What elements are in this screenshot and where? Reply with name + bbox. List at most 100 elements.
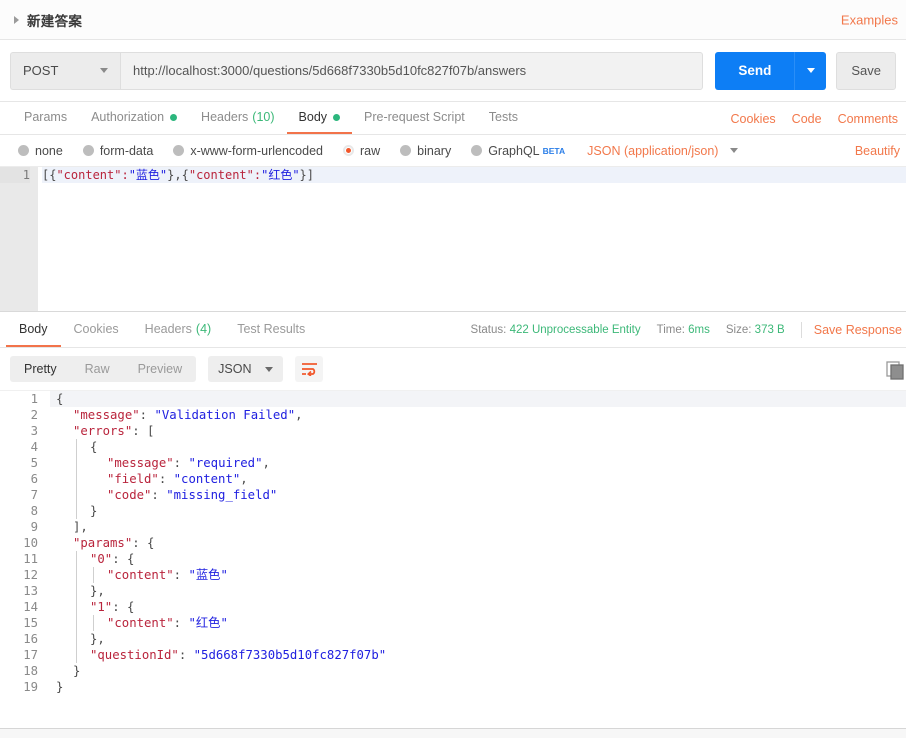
tab-params[interactable]: Params bbox=[12, 102, 79, 134]
body-type-x-www-form-urlencoded[interactable]: x-www-form-urlencoded bbox=[173, 144, 323, 158]
save-response-link[interactable]: Save Response bbox=[814, 323, 906, 337]
tab-label: Headers bbox=[201, 110, 249, 124]
view-mode-preview[interactable]: Preview bbox=[124, 356, 196, 382]
http-method-select[interactable]: POST bbox=[10, 51, 120, 90]
indent-guide bbox=[76, 583, 77, 599]
json-punct: , bbox=[295, 408, 303, 422]
view-mode-pretty[interactable]: Pretty bbox=[10, 356, 71, 382]
word-wrap-button[interactable] bbox=[295, 356, 324, 382]
tab-body[interactable]: Body bbox=[286, 102, 353, 134]
save-button[interactable]: Save bbox=[836, 51, 896, 90]
response-toolbar: Pretty Raw Preview JSON bbox=[0, 348, 906, 390]
code-line[interactable]: } bbox=[50, 663, 906, 679]
json-key: "code" bbox=[107, 488, 152, 502]
code-line[interactable]: }, bbox=[50, 583, 906, 599]
line-number: 2 bbox=[30, 408, 38, 422]
view-mode-raw[interactable]: Raw bbox=[71, 356, 124, 382]
response-editor-code[interactable]: {"message": "Validation Failed", "errors"… bbox=[46, 391, 906, 728]
tab-label: Body bbox=[298, 110, 328, 124]
collapse-triangle-icon[interactable] bbox=[14, 15, 19, 24]
code-link[interactable]: Code bbox=[784, 112, 830, 126]
send-button[interactable]: Send bbox=[715, 51, 795, 90]
send-options-button[interactable] bbox=[794, 51, 827, 90]
response-format-value: JSON bbox=[218, 362, 252, 376]
code-line[interactable]: } bbox=[50, 679, 906, 695]
code-line[interactable]: "content": "蓝色" bbox=[50, 567, 906, 583]
json-string: "required" bbox=[188, 456, 263, 470]
code-line[interactable]: }, bbox=[50, 631, 906, 647]
body-type-label: binary bbox=[417, 143, 452, 158]
line-number: 19 bbox=[23, 680, 38, 694]
json-key: "0" bbox=[90, 552, 113, 566]
url-input[interactable]: http://localhost:3000/questions/5d668f73… bbox=[120, 51, 704, 90]
json-key: "field" bbox=[107, 472, 159, 486]
tab-pre-request-script[interactable]: Pre-request Script bbox=[352, 102, 477, 134]
indent-guide bbox=[76, 487, 77, 503]
tab-tests[interactable]: Tests bbox=[477, 102, 530, 134]
status-dot-icon bbox=[333, 113, 341, 121]
body-type-graphql[interactable]: GraphQL BETA bbox=[471, 144, 565, 158]
code-line[interactable]: "1": { bbox=[50, 599, 906, 615]
json-key: "message" bbox=[73, 408, 140, 422]
code-line[interactable]: } bbox=[50, 503, 906, 519]
json-key: "content" bbox=[107, 568, 174, 582]
beautify-link[interactable]: Beautify bbox=[855, 144, 900, 158]
line-number: 6 bbox=[30, 472, 38, 486]
json-key: "content" bbox=[107, 616, 174, 630]
request-editor-code[interactable]: [{"content":"蓝色"},{"content":"红色"}] bbox=[38, 167, 906, 311]
json-punct: : bbox=[151, 488, 167, 502]
tab-headers[interactable]: Headers (10) bbox=[189, 102, 286, 134]
copy-icon bbox=[886, 361, 904, 380]
code-line[interactable]: "0": { bbox=[50, 551, 906, 567]
code-line[interactable]: ], bbox=[50, 519, 906, 535]
response-tab-body[interactable]: Body bbox=[6, 312, 61, 347]
tab-label: Cookies bbox=[73, 321, 119, 336]
body-type-binary[interactable]: binary bbox=[400, 144, 451, 158]
chevron-down-icon bbox=[730, 148, 739, 153]
code-line[interactable]: "content": "红色" bbox=[50, 615, 906, 631]
line-number: 8 bbox=[30, 504, 38, 518]
code-line[interactable]: "errors": [ bbox=[50, 423, 906, 439]
body-type-raw[interactable]: raw bbox=[343, 144, 380, 158]
tab-count: (4) bbox=[195, 321, 212, 336]
response-format-select[interactable]: JSON bbox=[208, 356, 284, 382]
cookies-link[interactable]: Cookies bbox=[723, 112, 784, 126]
code-line[interactable]: "questionId": "5d668f7330b5d10fc827f07b" bbox=[50, 647, 906, 663]
body-type-row: none form-data x-www-form-urlencoded raw… bbox=[0, 135, 906, 167]
json-string: "蓝色" bbox=[128, 168, 168, 182]
code-line[interactable]: "message": "required", bbox=[50, 455, 906, 471]
code-line[interactable]: "message": "Validation Failed", bbox=[50, 407, 906, 423]
json-punct: } bbox=[90, 504, 98, 518]
content-type-select[interactable]: JSON (application/json) bbox=[587, 144, 739, 158]
code-line[interactable]: { bbox=[50, 439, 906, 455]
json-key: "content": bbox=[188, 168, 262, 182]
code-line[interactable]: "params": { bbox=[50, 535, 906, 551]
response-tab-headers[interactable]: Headers (4) bbox=[132, 312, 225, 347]
examples-link[interactable]: Examples bbox=[841, 12, 898, 27]
indent-guide bbox=[76, 471, 77, 487]
radio-icon bbox=[18, 145, 29, 156]
request-body-editor[interactable]: 1 [{"content":"蓝色"},{"content":"红色"}] bbox=[0, 167, 906, 312]
line-number: 7 bbox=[30, 488, 38, 502]
radio-icon bbox=[82, 145, 94, 156]
response-tab-test-results[interactable]: Test Results bbox=[224, 312, 318, 347]
json-key: "message" bbox=[107, 456, 174, 470]
line-number: 16 bbox=[23, 632, 38, 646]
indent-guide bbox=[76, 455, 77, 471]
body-type-form-data[interactable]: form-data bbox=[82, 144, 153, 158]
code-line[interactable]: [{"content":"蓝色"},{"content":"红色"}] bbox=[42, 167, 906, 183]
line-number: 14 bbox=[23, 600, 38, 614]
code-line[interactable]: { bbox=[50, 391, 906, 407]
code-line[interactable]: "field": "content", bbox=[50, 471, 906, 487]
response-body-editor[interactable]: 1 2 3 4 5 6 7 8 9 10 11 12 13 14 15 16 17 18 19 {"message"… bbox=[0, 390, 906, 728]
line-number: 13 bbox=[23, 584, 38, 598]
tab-label: Body bbox=[19, 321, 48, 336]
response-tab-cookies[interactable]: Cookies bbox=[61, 312, 132, 347]
json-punct: { bbox=[90, 440, 98, 454]
code-line[interactable]: "code": "missing_field" bbox=[50, 487, 906, 503]
comments-link[interactable]: Comments bbox=[830, 112, 906, 126]
copy-button[interactable] bbox=[884, 361, 906, 384]
body-type-none[interactable]: none bbox=[18, 144, 63, 158]
request-editor-gutter: 1 bbox=[0, 167, 38, 311]
tab-authorization[interactable]: Authorization bbox=[79, 102, 189, 134]
